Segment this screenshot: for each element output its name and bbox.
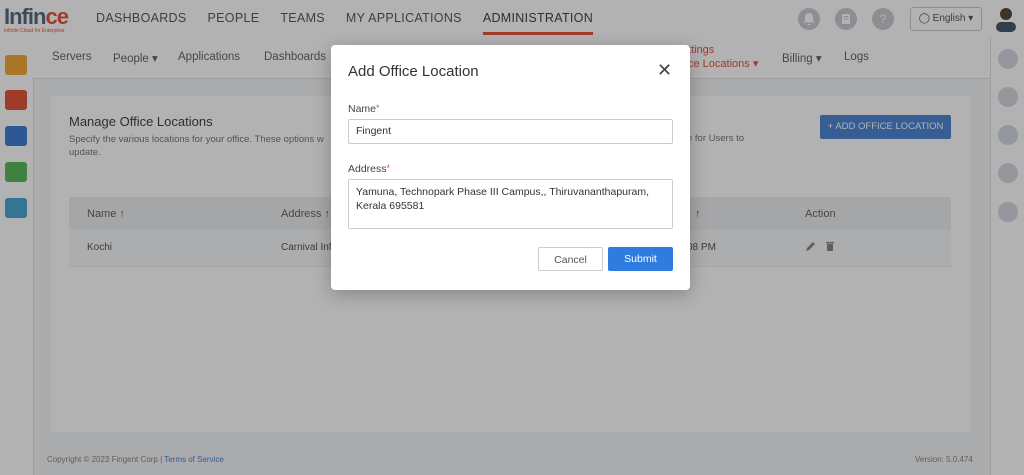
cancel-button[interactable]: Cancel	[538, 247, 603, 271]
name-label-text: Name	[348, 103, 377, 115]
address-textarea[interactable]: Yamuna, Technopark Phase III Campus,, Th…	[348, 179, 673, 229]
close-icon[interactable]: ✕	[657, 60, 672, 80]
modal-title: Add Office Location	[348, 63, 479, 80]
required-marker: *	[376, 103, 380, 113]
required-marker: *	[386, 163, 391, 173]
address-label-text: Address	[348, 163, 387, 175]
add-office-location-modal: Add Office Location ✕ Name* Fingent Addr…	[331, 45, 690, 290]
name-label: Name*	[348, 103, 380, 115]
name-input[interactable]: Fingent	[348, 119, 673, 144]
address-label: Address*	[348, 163, 390, 175]
submit-button[interactable]: Submit	[608, 247, 673, 271]
